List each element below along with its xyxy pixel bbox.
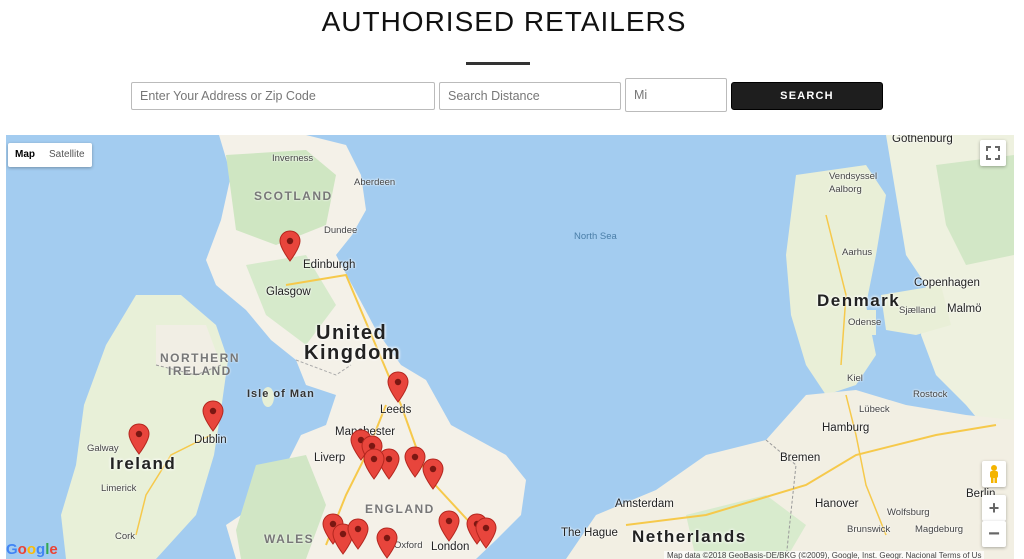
label-kiel: Kiel xyxy=(847,373,863,384)
retailer-marker[interactable] xyxy=(363,448,385,480)
label-north-sea: North Sea xyxy=(574,231,617,242)
label-dublin: Dublin xyxy=(194,434,227,446)
label-odense: Odense xyxy=(848,317,882,328)
label-brunswick: Brunswick xyxy=(847,524,891,535)
label-vendsyssel: Vendsyssel xyxy=(829,171,878,182)
retailer-marker[interactable] xyxy=(202,400,224,432)
label-denmark: Denmark xyxy=(817,291,901,310)
retailer-marker[interactable] xyxy=(438,510,460,542)
label-aarhus: Aarhus xyxy=(842,247,873,258)
label-wolfsburg: Wolfsburg xyxy=(887,507,930,518)
search-button[interactable]: SEARCH xyxy=(731,82,883,110)
label-dundee: Dundee xyxy=(324,225,358,236)
page-title: AUTHORISED RETAILERS xyxy=(321,6,687,37)
plus-icon: + xyxy=(988,497,1000,518)
map-type-map-button[interactable]: Map xyxy=(8,143,42,167)
label-sjaelland: Sjælland xyxy=(899,305,936,316)
label-amsterdam: Amsterdam xyxy=(615,498,674,510)
label-the-hague: The Hague xyxy=(561,527,618,539)
retailer-map[interactable]: Gothenburg Inverness SCOTLAND Aberdeen V… xyxy=(6,135,1014,559)
label-ireland-region: IRELAND xyxy=(168,364,232,378)
label-hanover: Hanover xyxy=(815,498,859,510)
label-netherlands: Netherlands xyxy=(632,527,747,546)
label-inverness: Inverness xyxy=(272,153,314,164)
fullscreen-icon xyxy=(986,146,1000,160)
retailer-marker[interactable] xyxy=(279,230,301,262)
retailer-marker[interactable] xyxy=(475,517,497,549)
label-england: ENGLAND xyxy=(365,502,435,516)
minus-icon: − xyxy=(988,522,1000,545)
retailer-marker[interactable] xyxy=(128,423,150,455)
label-galway: Galway xyxy=(87,443,119,454)
label-magdeburg: Magdeburg xyxy=(915,524,964,535)
label-northern: NORTHERN xyxy=(160,351,240,365)
label-bremen: Bremen xyxy=(780,452,821,464)
label-cork: Cork xyxy=(115,531,136,542)
fullscreen-button[interactable] xyxy=(980,140,1006,166)
unit-input[interactable] xyxy=(625,78,727,112)
label-malmo: Malmö xyxy=(947,303,982,315)
label-scotland: SCOTLAND xyxy=(254,189,333,203)
address-input[interactable] xyxy=(131,82,435,110)
label-rostock: Rostock xyxy=(913,389,948,400)
label-united: United xyxy=(316,322,388,344)
label-hamburg: Hamburg xyxy=(822,422,870,434)
map-attribution[interactable]: Map data ©2018 GeoBasis-DE/BKG (©2009), … xyxy=(664,551,985,559)
map-base-layer xyxy=(61,135,1014,559)
street-view-button[interactable] xyxy=(982,461,1006,487)
label-limerick: Limerick xyxy=(101,483,137,494)
title-divider xyxy=(466,62,530,65)
distance-input[interactable] xyxy=(439,82,621,110)
label-aalborg: Aalborg xyxy=(829,184,862,195)
zoom-out-button[interactable]: − xyxy=(982,521,1006,547)
label-oxford: Oxford xyxy=(394,540,423,551)
pegman-icon xyxy=(990,465,998,483)
label-copenhagen: Copenhagen xyxy=(914,277,980,289)
label-lubeck: Lübeck xyxy=(859,404,890,415)
zoom-in-button[interactable]: + xyxy=(982,495,1006,521)
label-london: London xyxy=(431,541,470,553)
retailer-marker[interactable] xyxy=(347,518,369,550)
map-type-control[interactable]: Map Satellite xyxy=(8,143,92,167)
label-kingdom: Kingdom xyxy=(304,342,402,364)
retailer-marker[interactable] xyxy=(387,371,409,403)
label-leeds: Leeds xyxy=(380,404,412,416)
retailer-marker[interactable] xyxy=(422,458,444,490)
label-gothenburg: Gothenburg xyxy=(892,135,953,145)
label-isle-of-man: Isle of Man xyxy=(247,388,315,400)
map-type-satellite-button[interactable]: Satellite xyxy=(42,143,92,167)
google-logo: Google xyxy=(6,541,58,558)
label-wales: WALES xyxy=(264,532,315,546)
label-ireland: Ireland xyxy=(110,454,177,473)
label-liverpool: Liverp xyxy=(314,452,346,464)
label-aberdeen: Aberdeen xyxy=(354,177,396,188)
retailer-marker[interactable] xyxy=(376,527,398,559)
label-glasgow: Glasgow xyxy=(266,286,311,298)
label-edinburgh: Edinburgh xyxy=(303,259,356,271)
